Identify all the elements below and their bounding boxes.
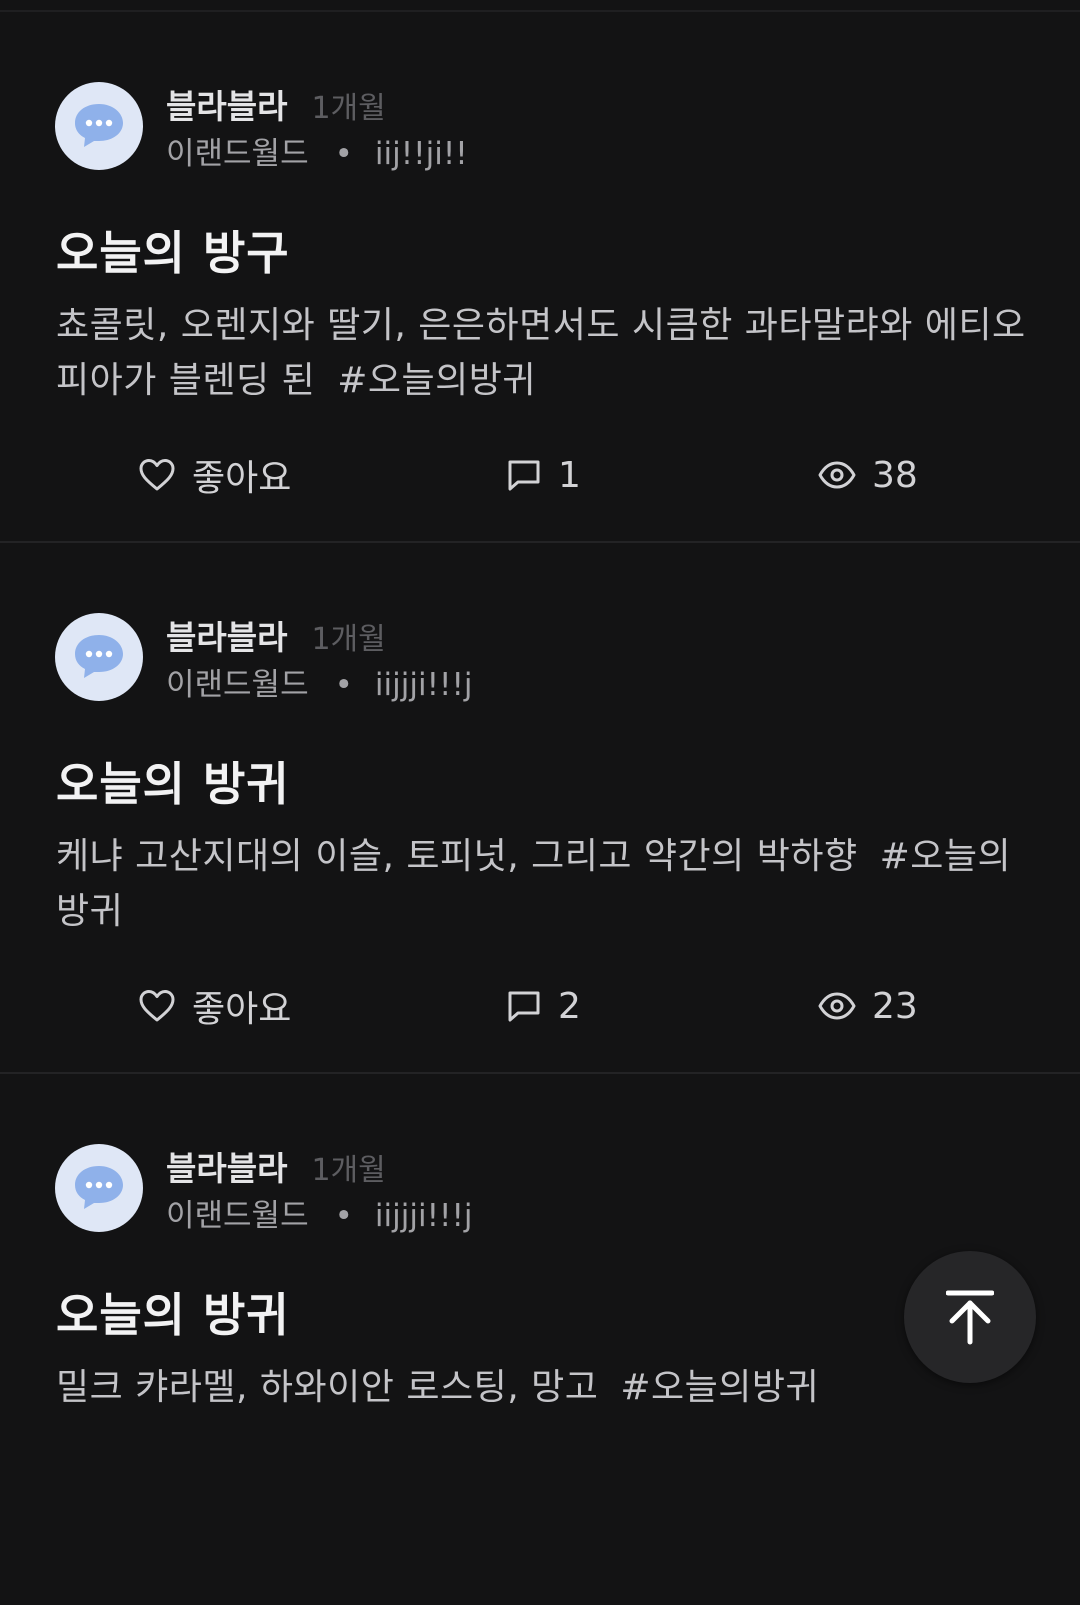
chat-bubble-icon xyxy=(75,104,123,147)
post-body[interactable]: 케냐 고산지대의 이슬, 토피넛, 그리고 약간의 박하향 #오늘의방귀 xyxy=(56,829,1026,939)
eye-icon xyxy=(818,992,856,1020)
top-divider xyxy=(0,0,1080,12)
post-actions: 좋아요 1 38 xyxy=(0,450,1080,500)
post-card[interactable]: 블라블라 1개월 이랜드월드 • iijjji!!!j 오늘의 방귀 케냐 고산… xyxy=(0,543,1080,1074)
like-label: 좋아요 xyxy=(192,989,292,1030)
comment-button[interactable]: 2 xyxy=(506,981,581,1031)
post-feed[interactable]: 블라블라 1개월 이랜드월드 • iij!!ji!! 오늘의 방구 쵸콜릿, 오… xyxy=(0,12,1080,1605)
view-count-display: 38 xyxy=(818,450,918,500)
post-title[interactable]: 오늘의 방구 xyxy=(56,217,290,283)
post-meta: 블라블라 1개월 이랜드월드 • iijjji!!!j xyxy=(166,1142,472,1235)
comment-count: 2 xyxy=(558,985,581,1027)
author-subtext: iijjji!!!j xyxy=(374,1198,473,1234)
post-meta: 블라블라 1개월 이랜드월드 • iij!!ji!! xyxy=(166,80,468,173)
view-count: 38 xyxy=(872,454,918,496)
hashtag[interactable]: #오늘의방귀 xyxy=(337,360,536,401)
comment-button[interactable]: 1 xyxy=(506,450,581,500)
author-subtext: iij!!ji!! xyxy=(374,136,468,172)
author-subtext: iijjji!!!j xyxy=(374,667,473,703)
like-label: 좋아요 xyxy=(192,458,292,499)
author-name[interactable]: 블라블라 xyxy=(166,611,287,659)
view-count-display: 23 xyxy=(818,981,918,1031)
chat-bubble-icon xyxy=(75,1166,123,1209)
post-title[interactable]: 오늘의 방귀 xyxy=(56,748,290,814)
post-body-text: 케냐 고산지대의 이슬, 토피넛, 그리고 약간의 박하향 xyxy=(56,836,858,877)
post-actions: 좋아요 2 23 xyxy=(0,981,1080,1031)
post-body[interactable]: 쵸콜릿, 오렌지와 딸기, 은은하면서도 시큼한 과타말랴와 에티오피아가 블렌… xyxy=(56,298,1026,408)
chat-bubble-icon xyxy=(75,635,123,678)
hashtag[interactable]: #오늘의방귀 xyxy=(620,1367,819,1408)
post-body-text: 밀크 캬라멜, 하와이안 로스팅, 망고 xyxy=(56,1367,599,1408)
author-name[interactable]: 블라블라 xyxy=(166,80,287,128)
comment-icon xyxy=(508,991,540,1022)
post-title[interactable]: 오늘의 방귀 xyxy=(56,1279,290,1345)
separator-dot: • xyxy=(334,1198,353,1234)
heart-icon xyxy=(139,990,175,1022)
company-name: 이랜드월드 xyxy=(166,1198,309,1234)
eye-icon xyxy=(818,461,856,489)
company-name: 이랜드월드 xyxy=(166,667,309,703)
separator-dot: • xyxy=(334,136,353,172)
author-name[interactable]: 블라블라 xyxy=(166,1142,287,1190)
heart-icon xyxy=(139,459,175,491)
arrow-up-to-top-icon xyxy=(946,1290,994,1345)
post-card[interactable]: 블라블라 1개월 이랜드월드 • iij!!ji!! 오늘의 방구 쵸콜릿, 오… xyxy=(0,12,1080,543)
view-count: 23 xyxy=(872,985,918,1027)
avatar[interactable] xyxy=(55,1144,143,1232)
like-button[interactable]: 좋아요 xyxy=(138,450,291,500)
scroll-to-top-button[interactable] xyxy=(904,1251,1036,1383)
post-time: 1개월 xyxy=(311,622,386,657)
avatar[interactable] xyxy=(55,82,143,170)
separator-dot: • xyxy=(334,667,353,703)
post-meta: 블라블라 1개월 이랜드월드 • iijjji!!!j xyxy=(166,611,472,704)
like-button[interactable]: 좋아요 xyxy=(138,981,291,1031)
post-time: 1개월 xyxy=(311,91,386,126)
post-body-text: 쵸콜릿, 오렌지와 딸기, 은은하면서도 시큼한 과타말랴와 에티오피아가 블렌… xyxy=(56,305,1026,401)
company-name: 이랜드월드 xyxy=(166,136,309,172)
post-time: 1개월 xyxy=(311,1153,386,1188)
avatar[interactable] xyxy=(55,613,143,701)
comment-count: 1 xyxy=(558,454,581,496)
post-body[interactable]: 밀크 캬라멜, 하와이안 로스팅, 망고 #오늘의방귀 xyxy=(56,1360,1026,1415)
comment-icon xyxy=(508,460,540,491)
